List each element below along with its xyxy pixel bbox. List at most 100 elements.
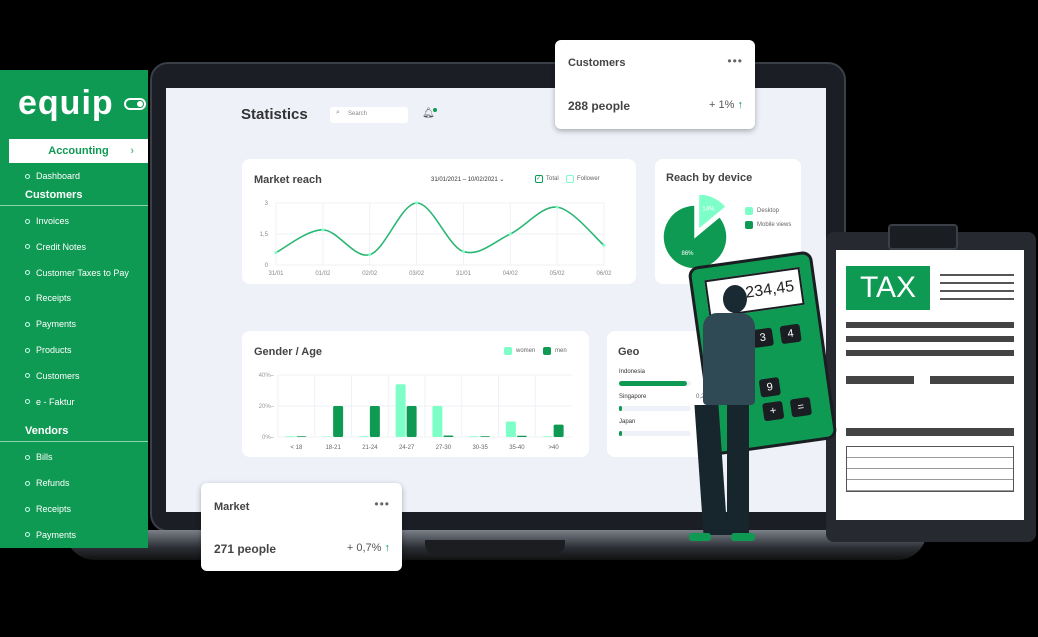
divider [0, 441, 148, 443]
search-input[interactable]: ⌕ Search [330, 107, 408, 123]
data-point [274, 251, 278, 255]
data-point [321, 228, 325, 232]
x-tick-label: >40 [549, 445, 560, 451]
calculator-key: + [762, 400, 785, 422]
date-range-dropdown[interactable]: 31/01/2021 – 10/02/2021 ⌄ [431, 176, 504, 183]
x-tick-label: 04/02 [503, 271, 519, 277]
x-tick-label: 31/01 [456, 271, 472, 277]
toggle-switch[interactable] [124, 98, 146, 110]
calculator-key: 4 [779, 323, 802, 345]
bar-women [432, 406, 443, 437]
bar-women [505, 421, 516, 437]
sidebar-item[interactable]: Invoices [25, 216, 69, 226]
stat-value: 288 people [568, 99, 631, 113]
geo-bar-track [619, 431, 691, 436]
sidebar-item[interactable]: Receipts [25, 504, 71, 514]
x-tick-label: 35-40 [509, 445, 525, 451]
data-point [602, 243, 606, 247]
arrow-up-icon: ↑ [384, 542, 391, 554]
gender-age-chart: 0%– 20%– 40%– < 18 18-21 21-24 24-27 27-30 30-35… [259, 373, 572, 451]
sidebar-item[interactable]: Receipts [25, 293, 71, 303]
geo-country: Indonesia [619, 369, 646, 375]
y-tick-label: 0%– [262, 435, 275, 441]
y-tick-label: 0 [265, 263, 269, 269]
legend-women: women [504, 347, 535, 355]
data-point [415, 201, 419, 205]
circle-icon [25, 454, 30, 460]
data-point [461, 250, 465, 254]
sidebar: equip Accounting › Dashboard Customers Inv… [0, 70, 148, 548]
circle-icon [25, 399, 30, 405]
arrow-up-icon: ↑ [737, 99, 744, 111]
card-title: Gender / Age [254, 346, 323, 358]
geo-bar-track [619, 381, 691, 386]
circle-icon [25, 532, 30, 538]
person-illustration [685, 285, 765, 545]
bell-icon[interactable]: 🔔︎ [422, 108, 437, 119]
sidebar-item-accounting[interactable]: Accounting › [9, 139, 148, 163]
pie-label: 86% [681, 251, 694, 257]
divider [0, 205, 148, 206]
market-stat-card: Market ••• 271 people + 0,7% ↑ [201, 483, 402, 571]
bar-women [542, 436, 553, 437]
legend-total[interactable]: ✓ Total [535, 175, 559, 183]
x-tick-label: 30-35 [472, 445, 488, 451]
geo-bar-fill [619, 406, 622, 411]
tax-label: TAX [846, 266, 930, 310]
sidebar-item[interactable]: e - Faktur [25, 397, 75, 407]
series-line-total [275, 202, 605, 256]
circle-icon [25, 480, 30, 486]
bar-women [469, 436, 480, 437]
y-tick-label: 20%– [259, 404, 275, 410]
clipboard-clip [888, 224, 958, 250]
stat-value: 271 people [214, 542, 277, 556]
circle-icon [25, 347, 30, 353]
bar-women [395, 384, 406, 437]
y-tick-label: 40%– [259, 373, 275, 379]
sidebar-item[interactable]: Bills [25, 452, 53, 462]
bar-men [406, 406, 417, 437]
bar-men [480, 436, 491, 437]
page-title: Statistics [241, 106, 308, 123]
bar-men [516, 435, 527, 437]
checkbox-icon [566, 175, 574, 183]
sidebar-item[interactable]: Credit Notes [25, 242, 86, 252]
more-options-icon[interactable]: ••• [727, 54, 743, 68]
circle-icon [25, 321, 30, 327]
sidebar-section-title: Customers [25, 189, 83, 201]
x-tick-label: 24-27 [399, 445, 415, 451]
x-tick-label: 21-24 [362, 445, 378, 451]
sidebar-item[interactable]: Customer Taxes to Pay [25, 268, 129, 278]
legend-desktop: Desktop [745, 207, 779, 215]
data-point [555, 205, 559, 209]
chevron-down-icon: ⌄ [499, 177, 505, 183]
y-tick-label: 3 [265, 201, 269, 207]
bar-men [296, 436, 307, 437]
sidebar-item[interactable]: Refunds [25, 478, 70, 488]
stat-change: + 1% ↑ [709, 99, 743, 111]
bar-men [333, 406, 344, 437]
sidebar-item-dashboard[interactable]: Dashboard [25, 171, 80, 181]
x-tick-label: 31/01 [268, 271, 284, 277]
sidebar-section-title: Vendors [25, 425, 69, 438]
circle-icon [25, 244, 30, 250]
sidebar-item[interactable]: Customers [25, 371, 80, 381]
sidebar-item[interactable]: Payments [25, 319, 76, 329]
legend-mobile: Mobile views [745, 221, 791, 229]
gender-age-card: Gender / Age women men 0%– 20%– 40%– < 18 18… [242, 331, 589, 457]
x-tick-label: 18-21 [325, 445, 341, 451]
legend-follower[interactable]: Follower [566, 175, 600, 183]
circle-icon [25, 295, 30, 301]
card-title: Reach by device [666, 172, 753, 184]
search-icon: ⌕ [336, 109, 340, 116]
sidebar-item[interactable]: Products [25, 345, 72, 355]
checkbox-checked-icon: ✓ [535, 175, 543, 183]
sidebar-item[interactable]: Payments [25, 530, 76, 540]
bar-men [553, 424, 564, 437]
more-options-icon[interactable]: ••• [374, 497, 390, 511]
circle-icon [25, 218, 30, 224]
circle-icon [25, 173, 30, 179]
market-reach-card: Market reach 31/01/2021 – 10/02/2021 ⌄ ✓… [242, 159, 636, 284]
x-tick-label: 02/02 [362, 271, 378, 277]
bar-men [369, 406, 380, 437]
